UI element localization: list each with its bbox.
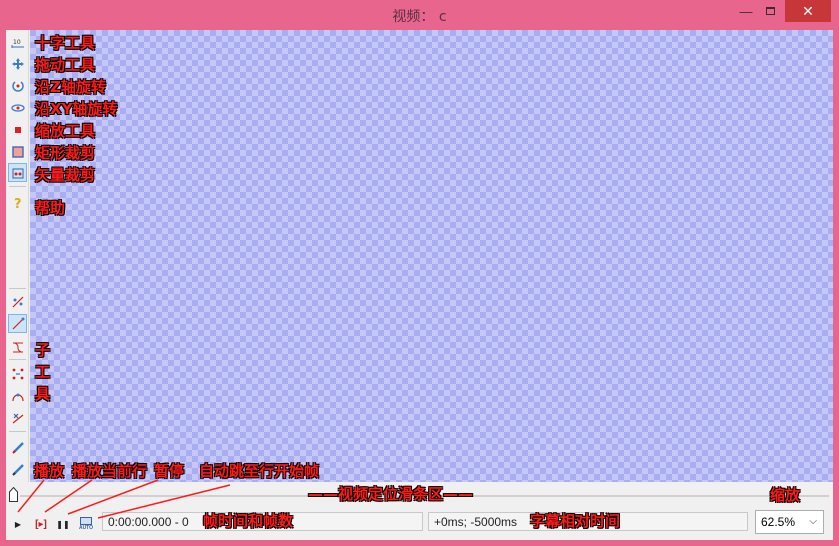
play-line-icon: [▸] <box>35 518 47 530</box>
subtool-insert-point-icon <box>11 393 24 401</box>
help-tool-button[interactable]: ? <box>8 193 27 212</box>
subtool-5-button[interactable] <box>8 386 27 405</box>
subtool-smooth-icon <box>11 463 24 476</box>
subtool-remove-point-icon <box>12 413 23 423</box>
vector-clip-tool-button[interactable] <box>8 163 27 182</box>
annotation-play: 播放 <box>34 462 65 480</box>
annotation-frame-info: 帧时间和帧数 <box>203 512 294 530</box>
window-title: 视频： c <box>392 9 447 25</box>
zoom-value: 62.5% <box>761 515 796 529</box>
maximize-button[interactable] <box>760 0 780 22</box>
annotation-play-line: 播放当前行 <box>72 462 148 480</box>
svg-text:10: 10 <box>13 39 21 46</box>
vector-clip-icon <box>12 168 23 178</box>
zoom-select[interactable]: 62.5% ⌵ <box>755 510 824 534</box>
play-line-button[interactable]: [▸] <box>30 515 52 533</box>
scale-icon <box>14 126 21 133</box>
scale-tool-button[interactable] <box>8 120 27 139</box>
annotation-seek-area: ——视频定位滑条区—— <box>308 485 474 503</box>
subtool-7-button[interactable] <box>8 437 27 456</box>
annotation-rotate-z: 沿Z轴旋转 <box>35 78 106 96</box>
annotation-subtool-1: 子 <box>35 341 51 359</box>
subtool-freehand-icon <box>11 441 24 454</box>
annotation-zoom: 缩放 <box>770 486 801 504</box>
maximize-icon <box>765 7 775 15</box>
rotate-xy-icon <box>10 103 25 112</box>
annotation-vector-clip: 矢量裁剪 <box>35 166 96 184</box>
tool-sidebar: 10 ? <box>6 30 29 482</box>
annotation-drag: 拖动工具 <box>35 56 96 74</box>
toolbar-separator <box>9 431 26 432</box>
move-icon <box>11 57 24 70</box>
video-display[interactable] <box>30 30 833 482</box>
subtool-4-button[interactable] <box>8 364 27 383</box>
annotation-subtool-2: 工 <box>35 363 51 381</box>
svg-text:?: ? <box>14 197 22 210</box>
rect-clip-icon <box>11 145 24 158</box>
minimize-icon: — <box>739 3 753 19</box>
play-button[interactable]: ▶ <box>12 515 24 533</box>
subtool-drag-icon <box>12 296 23 307</box>
rotate-xy-tool-button[interactable] <box>8 98 27 117</box>
auto-label: AUTO <box>78 525 94 531</box>
rotate-z-icon <box>11 80 24 92</box>
rect-clip-tool-button[interactable] <box>8 142 27 161</box>
close-button[interactable]: ✕ <box>785 0 831 22</box>
chevron-down-icon: ⌵ <box>809 516 817 527</box>
annotation-subtool-3: 具 <box>35 385 51 403</box>
subtool-8-button[interactable] <box>8 459 27 478</box>
annotation-pause: 暂停 <box>154 462 185 480</box>
subtool-1-button[interactable] <box>8 292 27 311</box>
toolbar-separator <box>9 359 26 360</box>
video-controls-bar: ▶ [▸] ❚❚ AUTO 0:00:00.000 - 0 +0ms; -500… <box>6 508 833 540</box>
autoscroll-icon <box>80 517 92 525</box>
close-icon: ✕ <box>802 2 814 19</box>
subtool-6-button[interactable] <box>8 408 27 427</box>
annotation-rotate-xy: 沿XY轴旋转 <box>35 100 118 118</box>
toolbar-separator <box>9 288 26 289</box>
subtool-bezier-icon <box>12 342 23 352</box>
rotate-z-tool-button[interactable] <box>8 76 27 95</box>
annotation-crosshair: 十字工具 <box>35 34 96 52</box>
autoscroll-toggle[interactable]: AUTO <box>76 515 96 533</box>
minimize-button[interactable]: — <box>736 0 756 22</box>
crosshair-icon: 10 <box>11 39 24 48</box>
subtool-move-points-icon <box>12 368 23 379</box>
help-icon: ? <box>14 197 22 210</box>
annotation-scale: 缩放工具 <box>35 122 96 140</box>
annotation-autoscroll: 自动跳至行开始帧 <box>199 462 320 480</box>
pause-button[interactable]: ❚❚ <box>56 515 70 533</box>
subtool-3-button[interactable] <box>8 337 27 356</box>
subtool-line-icon <box>12 317 24 329</box>
crosshair-tool-button[interactable]: 10 <box>8 33 27 52</box>
toolbar-separator <box>9 186 26 187</box>
subtool-2-button[interactable] <box>8 314 27 333</box>
title-bar[interactable]: 视频： c — ✕ <box>0 0 839 30</box>
annotation-rect-clip: 矩形裁剪 <box>35 144 96 162</box>
annotation-help: 帮助 <box>35 199 66 217</box>
seek-handle-icon[interactable] <box>9 487 18 502</box>
pause-icon: ❚❚ <box>56 519 70 529</box>
video-window: 视频： c — ✕ 10 ? ▶ [▸] ❚❚ AUTO 0:00:00.000… <box>0 0 839 546</box>
play-icon: ▶ <box>14 519 22 529</box>
drag-tool-button[interactable] <box>8 54 27 73</box>
annotation-relative-time: 字幕相对时间 <box>530 512 621 530</box>
